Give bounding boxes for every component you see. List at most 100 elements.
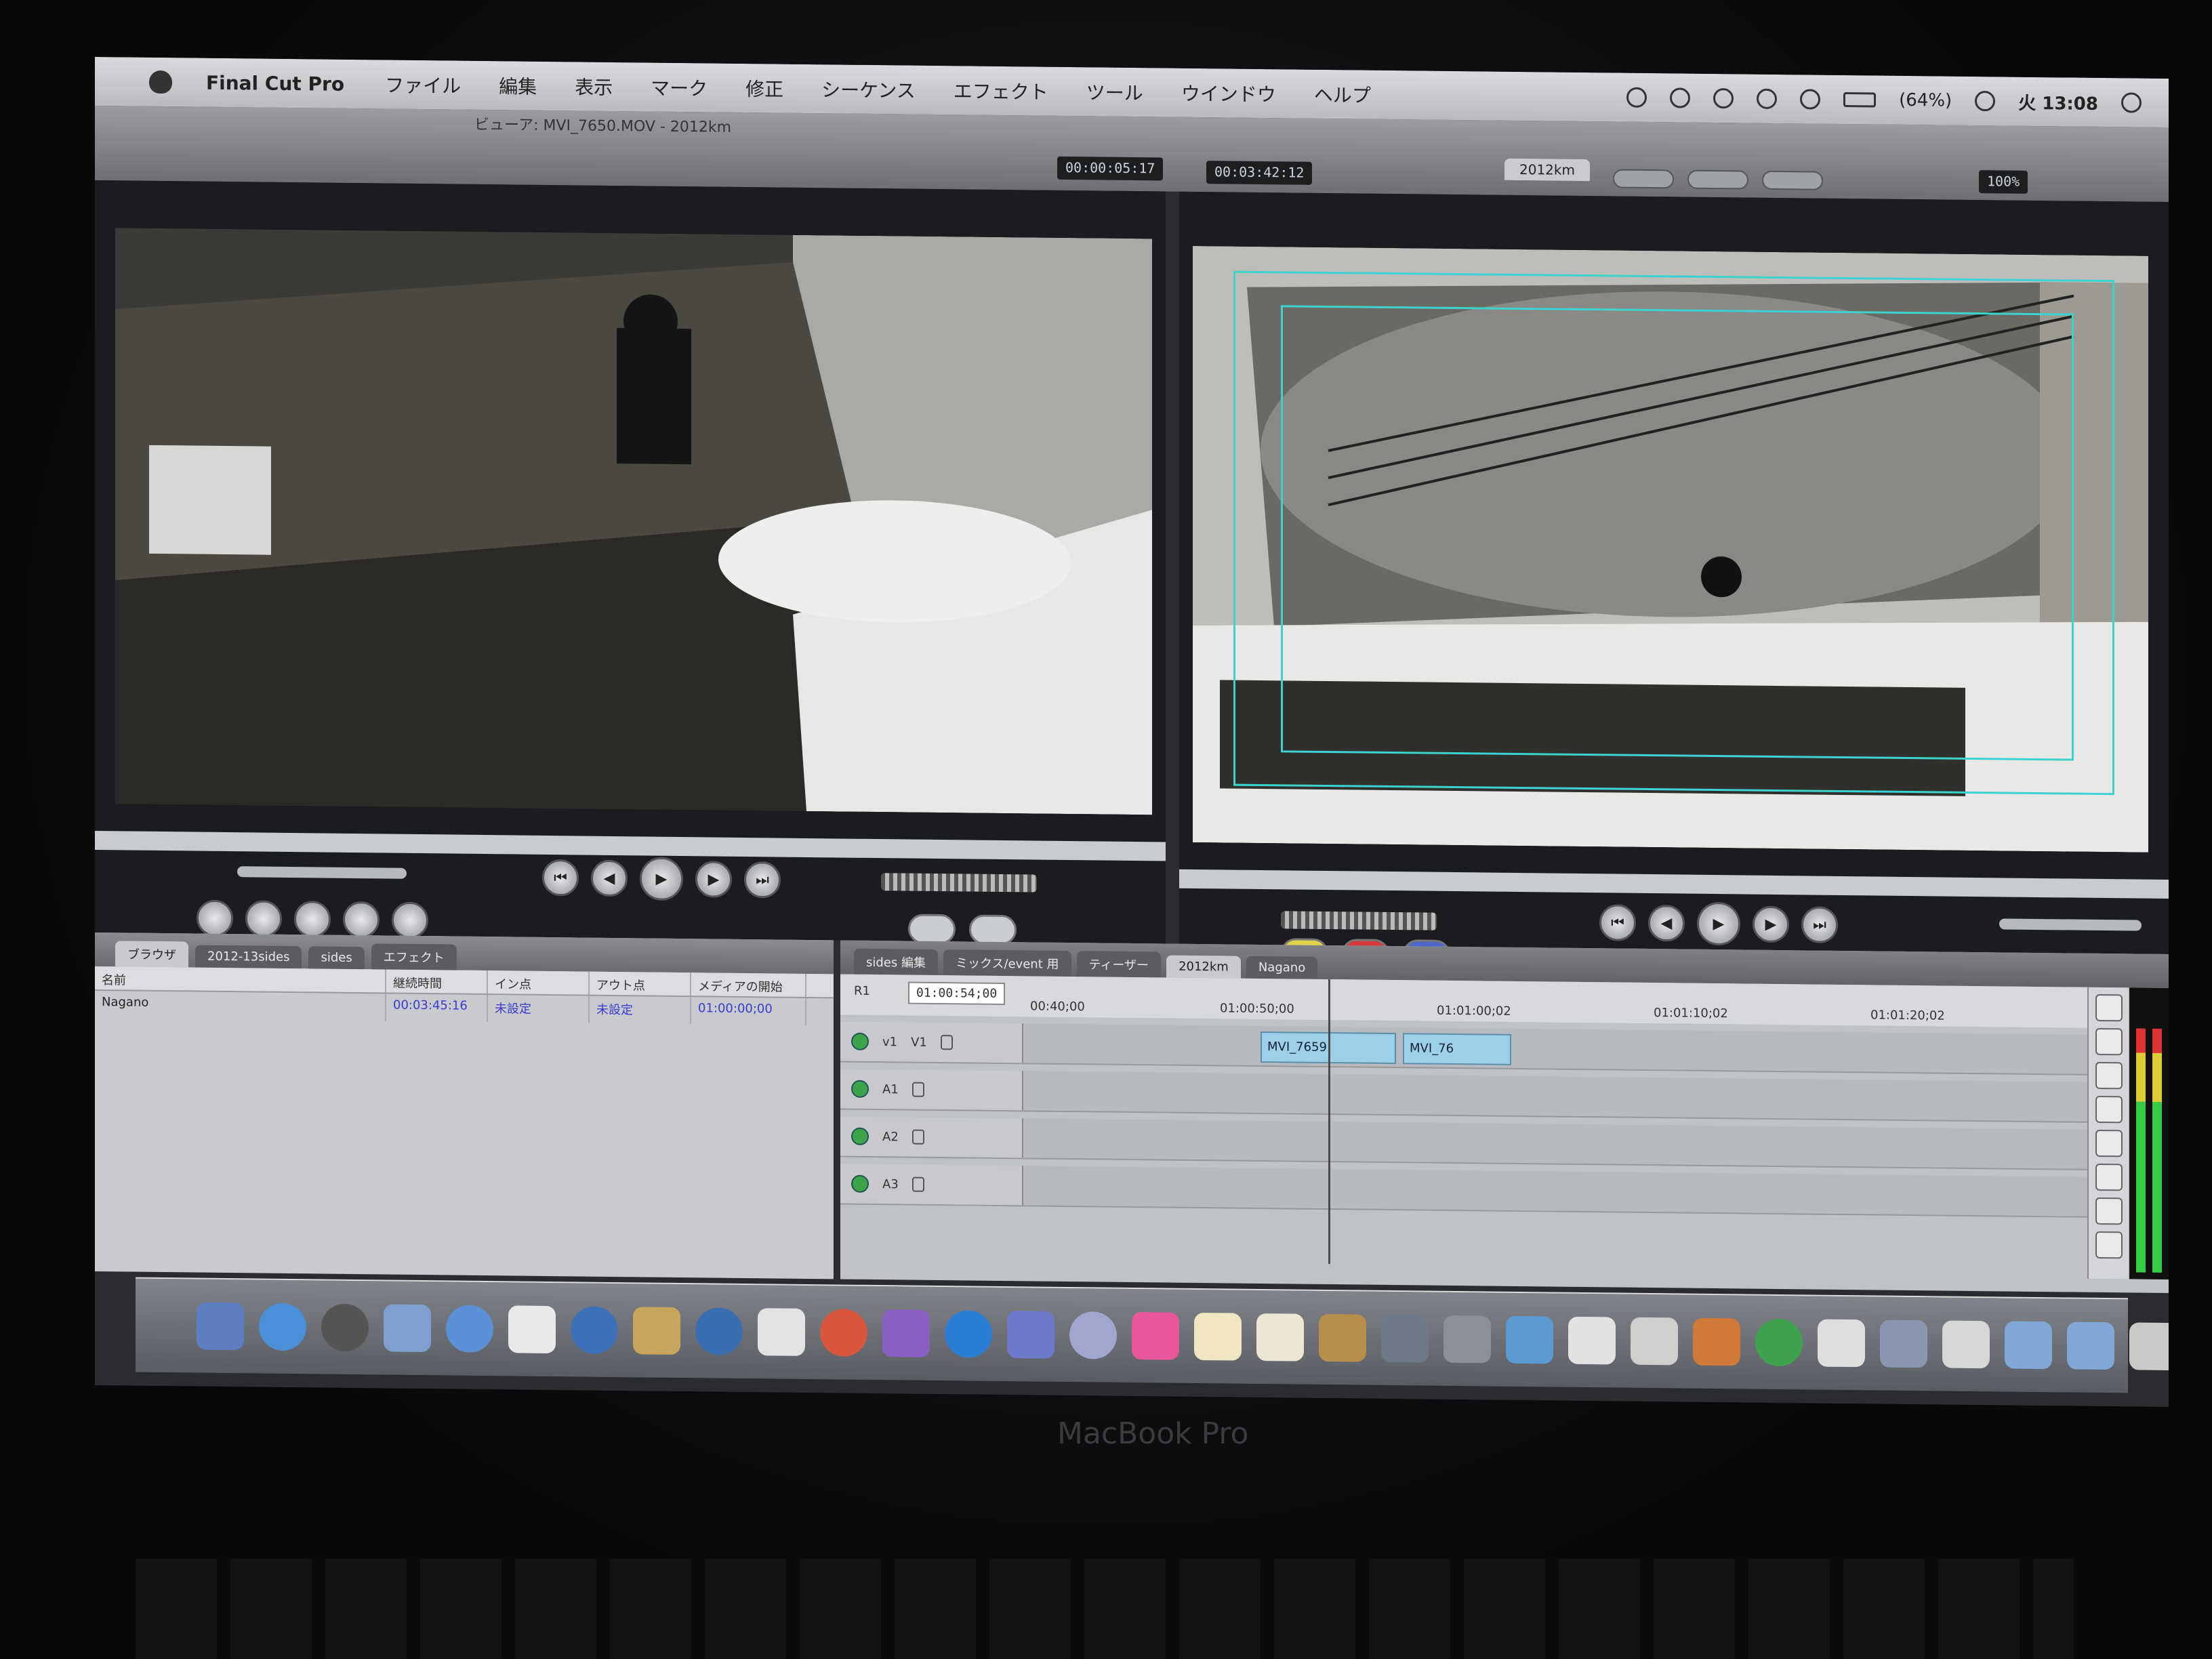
- audio-track-a1[interactable]: A1: [840, 1069, 2087, 1123]
- track-enabled-icon[interactable]: [851, 1174, 869, 1193]
- track-lock-icon[interactable]: [912, 1082, 924, 1097]
- track-id[interactable]: A2: [882, 1130, 899, 1144]
- viewer-mark-out-button[interactable]: [969, 914, 1017, 945]
- menu-mark[interactable]: マーク: [651, 74, 708, 102]
- browser-tab-browser[interactable]: ブラウザ: [115, 941, 188, 968]
- safari-icon[interactable]: [446, 1305, 493, 1353]
- volume-icon[interactable]: [1800, 89, 1821, 110]
- viewer-next-edit-button[interactable]: ⏭: [744, 861, 781, 899]
- viewer-timecode[interactable]: 00:00:05:17: [1057, 156, 1164, 181]
- canvas-zoom-button[interactable]: [1613, 169, 1674, 189]
- viewer-add-marker-button[interactable]: [343, 901, 380, 939]
- preview-icon[interactable]: [1256, 1313, 1304, 1361]
- text-edit-icon[interactable]: [508, 1305, 556, 1354]
- photo-booth-icon[interactable]: [1132, 1312, 1179, 1360]
- google-earth-icon[interactable]: [571, 1306, 618, 1355]
- viewer-mark-in-out-button[interactable]: [392, 901, 428, 939]
- viewer-mark-clip-button[interactable]: [245, 900, 282, 937]
- mail-icon[interactable]: [384, 1304, 431, 1353]
- stickies-icon[interactable]: [1194, 1312, 1242, 1361]
- viewer-shuttle-slider[interactable]: [237, 866, 407, 879]
- chrome-icon[interactable]: [1755, 1318, 1803, 1367]
- viewer-mark-in-button[interactable]: [908, 914, 956, 945]
- apple-menu-icon[interactable]: [149, 70, 172, 94]
- timeline-timecode[interactable]: 01:00:54;00: [908, 981, 1006, 1006]
- zoom-tool-icon[interactable]: [2095, 1197, 2123, 1225]
- menu-help[interactable]: ヘルプ: [1314, 81, 1371, 108]
- timeline-tab-sides-edit[interactable]: sides 編集: [854, 948, 938, 976]
- crop-tool-icon[interactable]: [2095, 1231, 2123, 1259]
- timeline-clip[interactable]: MVI_76: [1403, 1033, 1511, 1065]
- menu-view[interactable]: 表示: [575, 73, 613, 100]
- user-icon[interactable]: [1975, 91, 1996, 112]
- utilities-icon[interactable]: [1443, 1315, 1491, 1364]
- track-lock-icon[interactable]: [912, 1129, 924, 1145]
- track-source[interactable]: v1: [882, 1035, 897, 1049]
- color-icon[interactable]: [1007, 1311, 1054, 1359]
- folder-icon[interactable]: [2067, 1322, 2114, 1370]
- column-in[interactable]: イン点: [488, 970, 590, 995]
- menu-modify[interactable]: 修正: [745, 75, 783, 102]
- disk-utility-icon[interactable]: [1631, 1317, 1678, 1366]
- viewer-video-frame[interactable]: [115, 228, 1152, 815]
- bluetooth-icon[interactable]: [1713, 87, 1734, 109]
- timeline-playhead[interactable]: [1328, 979, 1330, 1265]
- itunes-icon[interactable]: [820, 1309, 867, 1357]
- video-track-v1[interactable]: v1 V1 MVI_7659 MVI_76: [840, 1021, 2087, 1076]
- battery-icon[interactable]: [1843, 91, 1877, 108]
- menu-edit[interactable]: 編集: [499, 72, 537, 100]
- timeline-tab-2012km[interactable]: 2012km: [1166, 955, 1241, 979]
- timeline-tab-mix-event[interactable]: ミックス/event 用: [943, 949, 1071, 977]
- activity-monitor-icon[interactable]: [1506, 1315, 1553, 1364]
- column-duration[interactable]: 継続時間: [386, 969, 488, 994]
- track-enabled-icon[interactable]: [851, 1080, 869, 1098]
- column-out[interactable]: アウト点: [590, 971, 691, 996]
- canvas-timecode[interactable]: 00:03:42:12: [1206, 161, 1313, 185]
- timeline-tab-nagano[interactable]: Nagano: [1246, 956, 1318, 979]
- menu-file[interactable]: ファイル: [385, 70, 461, 98]
- canvas-overlay-button[interactable]: [1762, 170, 1823, 190]
- system-preferences-icon[interactable]: [321, 1303, 369, 1352]
- quicktime-icon[interactable]: [695, 1307, 743, 1355]
- canvas-tab[interactable]: 2012km: [1504, 158, 1590, 182]
- finder-icon[interactable]: [197, 1302, 244, 1351]
- menu-sequence[interactable]: シーケンス: [821, 75, 916, 103]
- canvas-play-around-button[interactable]: ▶: [1753, 905, 1789, 943]
- menu-window[interactable]: ウインドウ: [1181, 79, 1276, 107]
- track-select-tool-icon[interactable]: [2095, 1061, 2123, 1090]
- viewer-jog-control[interactable]: [881, 873, 1037, 893]
- app-menu[interactable]: Final Cut Pro: [206, 71, 344, 95]
- documents-stack-icon[interactable]: [1942, 1320, 1990, 1369]
- razor-tool-icon[interactable]: [2095, 1163, 2123, 1191]
- track-id[interactable]: A3: [882, 1177, 899, 1191]
- canvas-jog-control[interactable]: [1281, 911, 1437, 930]
- canvas-video-frame[interactable]: [1193, 245, 2148, 853]
- viewer-play-button[interactable]: ▶: [640, 857, 683, 901]
- time-machine-icon[interactable]: [1670, 87, 1691, 108]
- track-id[interactable]: V1: [911, 1035, 927, 1049]
- viewer-previous-edit-button[interactable]: ⏮: [542, 859, 579, 897]
- sync-icon[interactable]: [1626, 87, 1647, 108]
- canvas-scrubber[interactable]: [1179, 869, 2169, 899]
- spotlight-search-icon[interactable]: [2121, 92, 2142, 113]
- canvas-play-button[interactable]: ▶: [1697, 901, 1740, 946]
- soundtrack-icon[interactable]: [1069, 1311, 1117, 1359]
- track-visible-icon[interactable]: [851, 1032, 869, 1050]
- keynote-icon[interactable]: [1693, 1317, 1740, 1366]
- column-media-start[interactable]: メディアの開始: [691, 972, 806, 997]
- menu-effects[interactable]: エフェクト: [954, 77, 1048, 104]
- selection-tool-icon[interactable]: [2095, 994, 2123, 1022]
- iphoto-icon[interactable]: [1319, 1313, 1366, 1362]
- track-lock-icon[interactable]: [912, 1176, 924, 1192]
- canvas-next-edit-button[interactable]: ⏭: [1801, 906, 1838, 943]
- canvas-previous-edit-button[interactable]: ⏮: [1599, 904, 1636, 941]
- motion-icon[interactable]: [882, 1309, 930, 1357]
- edit-selection-tool-icon[interactable]: [2095, 1027, 2123, 1056]
- image-capture-icon[interactable]: [1381, 1314, 1429, 1363]
- viewer-play-around-button[interactable]: ▶: [695, 861, 732, 898]
- canvas-shuttle-slider[interactable]: [1999, 918, 2142, 931]
- roll-tool-icon[interactable]: [2095, 1095, 2123, 1124]
- timeline-tab-teaser[interactable]: ティーザー: [1076, 951, 1162, 978]
- track-lock-icon[interactable]: [940, 1035, 953, 1050]
- track-id[interactable]: A1: [882, 1082, 899, 1097]
